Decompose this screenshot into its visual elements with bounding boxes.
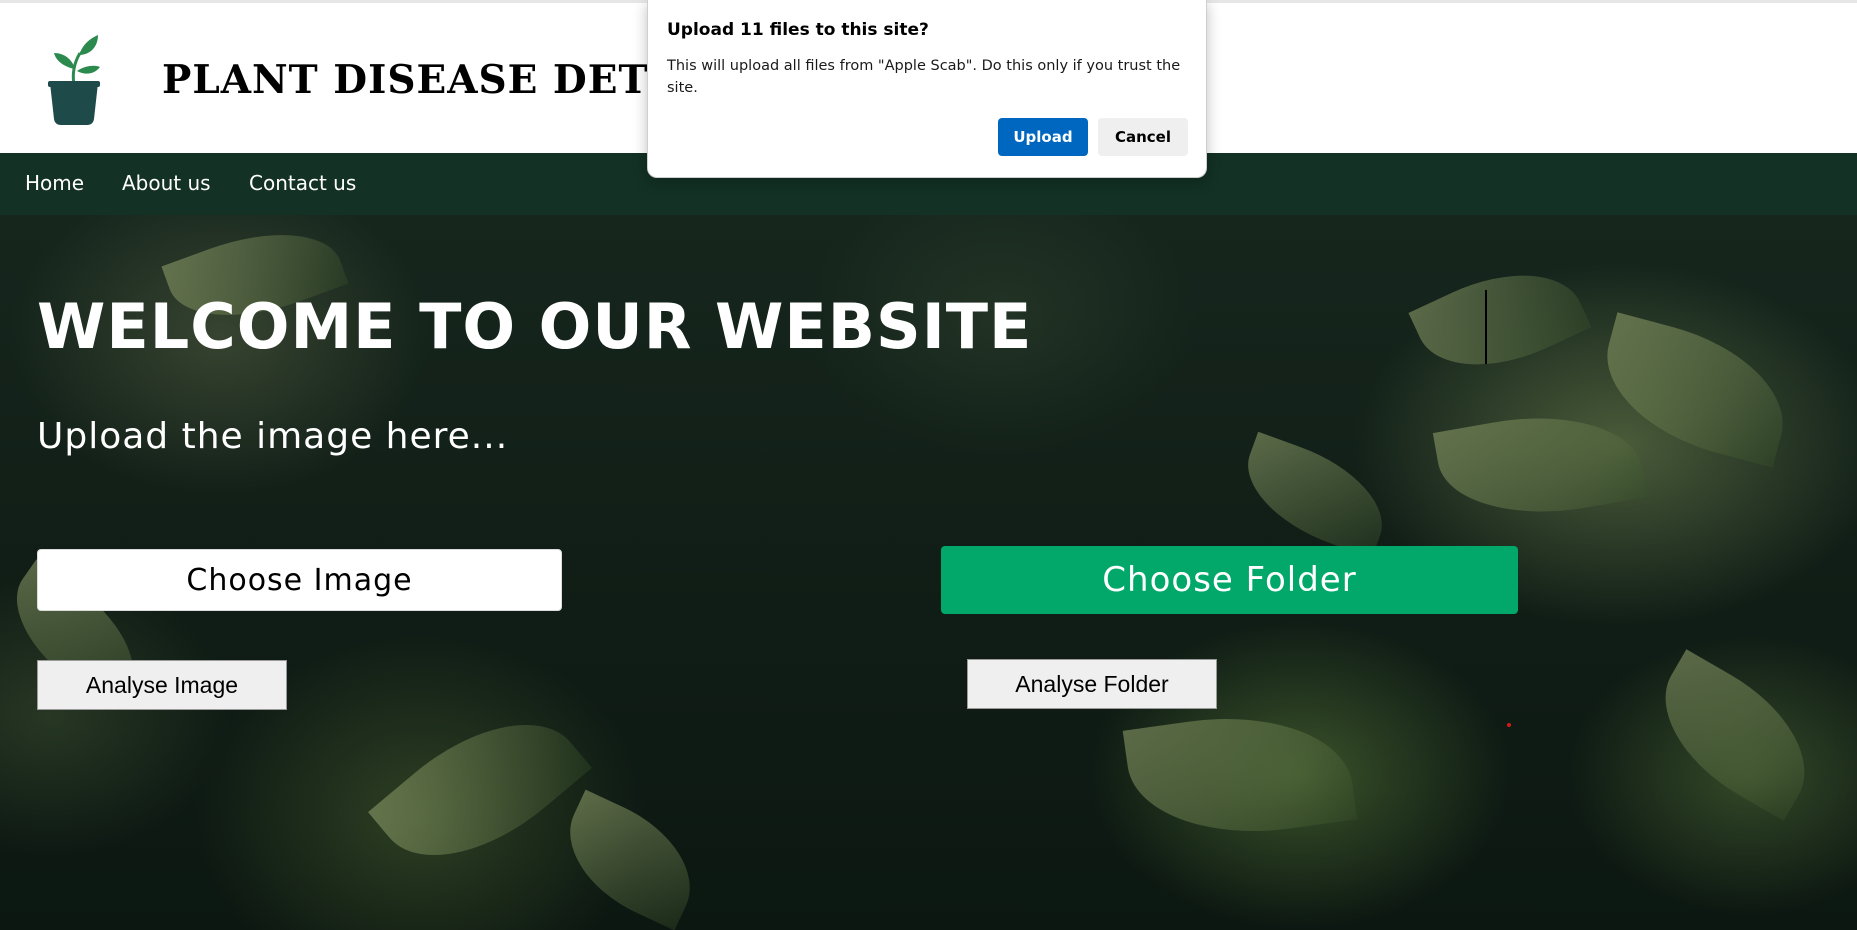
leaf-decoration — [368, 683, 592, 897]
leaf-decoration — [1122, 700, 1358, 850]
text-cursor — [1485, 290, 1487, 364]
leaf-decoration — [1636, 649, 1834, 821]
leaf-decoration — [1230, 431, 1400, 559]
nav-contact-us[interactable]: Contact us — [249, 171, 356, 195]
nav-about-us[interactable]: About us — [122, 171, 211, 195]
potted-plant-icon — [44, 33, 104, 129]
upload-subtitle: Upload the image here... — [37, 416, 509, 457]
leaf-decoration — [1432, 398, 1648, 532]
analyse-folder-button[interactable]: Analyse Folder — [967, 659, 1217, 709]
dialog-upload-button[interactable]: Upload — [998, 118, 1088, 156]
leaf-decoration — [1408, 245, 1592, 395]
nav-home[interactable]: Home — [25, 171, 84, 195]
mouse-pointer-dot — [1507, 723, 1511, 727]
dialog-title: Upload 11 files to this site? — [667, 20, 929, 40]
dialog-cancel-button[interactable]: Cancel — [1098, 118, 1188, 156]
leaf-decoration — [547, 789, 713, 930]
choose-image-button[interactable]: Choose Image — [37, 549, 562, 611]
choose-folder-button[interactable]: Choose Folder — [941, 546, 1518, 614]
analyse-image-button[interactable]: Analyse Image — [37, 660, 287, 710]
dialog-message: This will upload all files from "Apple S… — [667, 58, 1181, 96]
welcome-heading: WELCOME TO OUR WEBSITE — [37, 290, 1033, 363]
upload-confirm-dialog: Upload 11 files to this site? This will … — [647, 0, 1207, 178]
